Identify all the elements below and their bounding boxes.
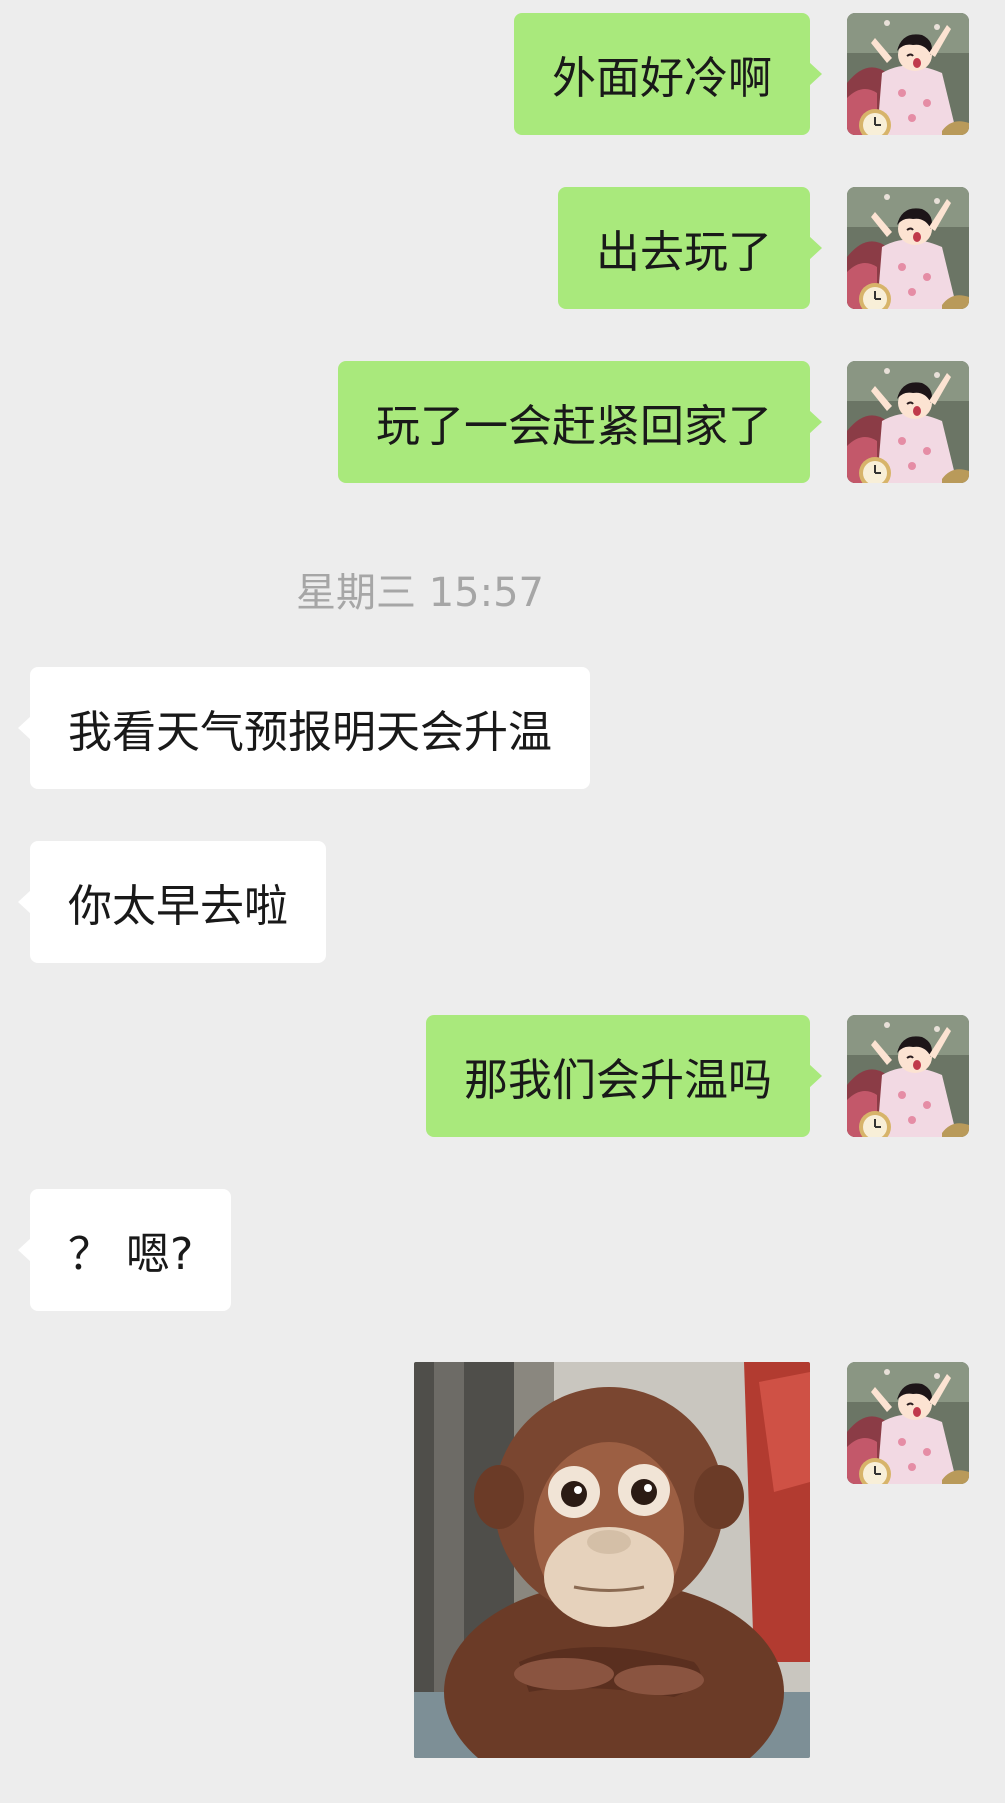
outgoing-message-bubble[interactable]: 外面好冷啊 <box>514 13 822 135</box>
avatar[interactable] <box>847 361 969 483</box>
message-text: 那我们会升温吗 <box>464 1055 772 1106</box>
message-text: 外面好冷啊 <box>552 53 772 104</box>
cartoon-girl-avatar-icon <box>847 1362 969 1484</box>
message-text: 你太早去啦 <box>68 881 288 932</box>
incoming-message-bubble[interactable]: 我看天气预报明天会升温 <box>18 667 590 789</box>
cartoon-girl-avatar-icon <box>847 1015 969 1137</box>
avatar[interactable] <box>847 1015 969 1137</box>
message-text: 出去玩了 <box>596 227 772 278</box>
avatar[interactable] <box>847 1362 969 1484</box>
avatar[interactable] <box>847 187 969 309</box>
cartoon-girl-avatar-icon <box>847 361 969 483</box>
avatar[interactable] <box>847 13 969 135</box>
outgoing-message-bubble[interactable]: 那我们会升温吗 <box>426 1015 822 1137</box>
chat-timestamp: 星期三 15:57 <box>296 570 544 616</box>
cartoon-girl-avatar-icon <box>847 187 969 309</box>
message-text: ？ 嗯? <box>68 1229 194 1280</box>
sticker-message[interactable] <box>414 1362 810 1758</box>
message-text: 玩了一会赶紧回家了 <box>376 401 772 452</box>
outgoing-message-bubble[interactable]: 出去玩了 <box>558 187 822 309</box>
cartoon-girl-avatar-icon <box>847 13 969 135</box>
incoming-message-bubble[interactable]: ？ 嗯? <box>17 1189 232 1311</box>
outgoing-message-bubble[interactable]: 玩了一会赶紧回家了 <box>338 361 822 483</box>
monkey-plush-sticker-icon <box>414 1362 810 1758</box>
incoming-message-bubble[interactable]: 你太早去啦 <box>18 841 326 963</box>
message-text: 我看天气预报明天会升温 <box>68 707 552 758</box>
